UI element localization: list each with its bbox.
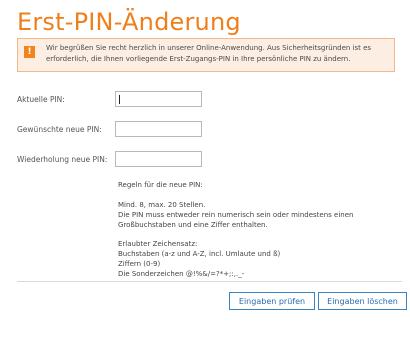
new-pin-label: Gewünschte neue PIN: [17, 125, 102, 134]
charset-special: Die Sonderzeichen @!%&/=?*+;:,._- [118, 270, 245, 278]
rules-heading: Regeln für die neue PIN: [118, 181, 203, 189]
charset-digits: Ziffern (0-9) [118, 260, 161, 268]
info-notice: ! Wir begrüßen Sie recht herzlich in uns… [17, 38, 395, 72]
current-pin-label: Aktuelle PIN: [17, 95, 65, 104]
notice-text: Wir begrüßen Sie recht herzlich in unser… [46, 43, 390, 65]
warning-icon: ! [24, 46, 35, 58]
page-title: Erst-PIN-Änderung [17, 8, 241, 36]
notice-line-1: Wir begrüßen Sie recht herzlich in unser… [46, 44, 372, 52]
repeat-pin-input[interactable] [115, 151, 202, 167]
current-pin-input[interactable] [115, 91, 202, 107]
footer-divider [17, 281, 402, 282]
rule-length: Mind. 8, max. 20 Stellen. [118, 201, 206, 209]
new-pin-input[interactable] [115, 121, 202, 137]
charset-letters: Buchstaben (a-z und A-Z, incl. Umlaute u… [118, 250, 281, 258]
repeat-pin-label: Wiederholung neue PIN: [17, 155, 108, 164]
clear-inputs-button[interactable]: Eingaben löschen [318, 292, 407, 310]
charset-heading: Erlaubter Zeichensatz: [118, 240, 198, 248]
rule-composition: Die PIN muss entweder rein numerisch sei… [118, 211, 354, 219]
rule-composition-cont: Großbuchstaben und eine Ziffer enthalten… [118, 221, 268, 229]
text-caret [119, 95, 120, 104]
check-inputs-button[interactable]: Eingaben prüfen [229, 292, 315, 310]
notice-line-2: erforderlich, die Ihnen vorliegende Erst… [46, 55, 351, 63]
pin-change-page: Erst-PIN-Änderung ! Wir begrüßen Sie rec… [0, 0, 410, 342]
